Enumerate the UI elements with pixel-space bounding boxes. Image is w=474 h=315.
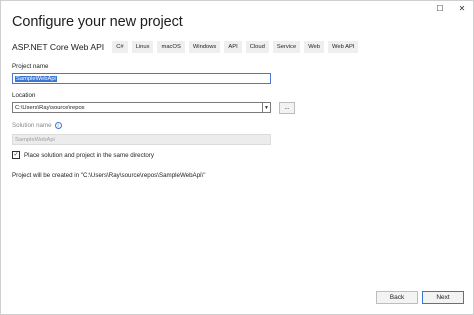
tag-linux: Linux — [131, 41, 154, 53]
tag-macos: macOS — [157, 41, 185, 53]
project-name-label: Project name — [12, 63, 49, 70]
configure-project-window: ☐ ✕ Configure your new project ASP.NET C… — [0, 0, 474, 315]
location-value: C:\Users\Ray\source\repos — [15, 104, 85, 111]
location-combobox[interactable]: C:\Users\Ray\source\repos ▼ — [12, 102, 271, 113]
maximize-icon[interactable]: ☐ — [429, 1, 451, 15]
project-location-message: Project will be created in "C:\Users\Ray… — [12, 172, 206, 179]
tag-csharp: C# — [112, 41, 128, 53]
same-directory-checkbox[interactable]: ✓ — [12, 151, 20, 159]
chevron-down-icon[interactable]: ▼ — [262, 103, 270, 112]
close-icon[interactable]: ✕ — [451, 1, 473, 15]
caption-buttons: ☐ ✕ — [429, 1, 473, 15]
back-button[interactable]: Back — [376, 291, 418, 304]
page-title: Configure your new project — [12, 14, 183, 30]
browse-button[interactable]: ... — [279, 102, 295, 114]
tag-web-api: Web API — [328, 41, 359, 53]
solution-name-input[interactable]: SampleWebApi — [12, 134, 271, 145]
template-name: ASP.NET Core Web API — [12, 42, 105, 52]
next-button[interactable]: Next — [422, 291, 464, 304]
tag-api: API — [224, 41, 242, 53]
location-label: Location — [12, 92, 36, 99]
same-directory-option[interactable]: ✓ Place solution and project in the same… — [12, 151, 154, 159]
tag-windows: Windows — [188, 41, 221, 53]
tag-service: Service — [272, 41, 301, 53]
same-directory-label[interactable]: Place solution and project in the same d… — [24, 152, 154, 159]
solution-name-value: SampleWebApi — [15, 136, 55, 143]
tag-cloud: Cloud — [245, 41, 269, 53]
template-info: ASP.NET Core Web API C# Linux macOS Wind… — [12, 41, 359, 53]
solution-name-label: Solution name — [12, 122, 52, 130]
solution-name-label-row: Solution name i — [12, 122, 62, 129]
project-name-value: SampleWebApi — [15, 75, 57, 82]
project-name-input[interactable]: SampleWebApi — [12, 73, 271, 84]
info-icon[interactable]: i — [54, 122, 62, 129]
tag-web: Web — [304, 41, 325, 53]
